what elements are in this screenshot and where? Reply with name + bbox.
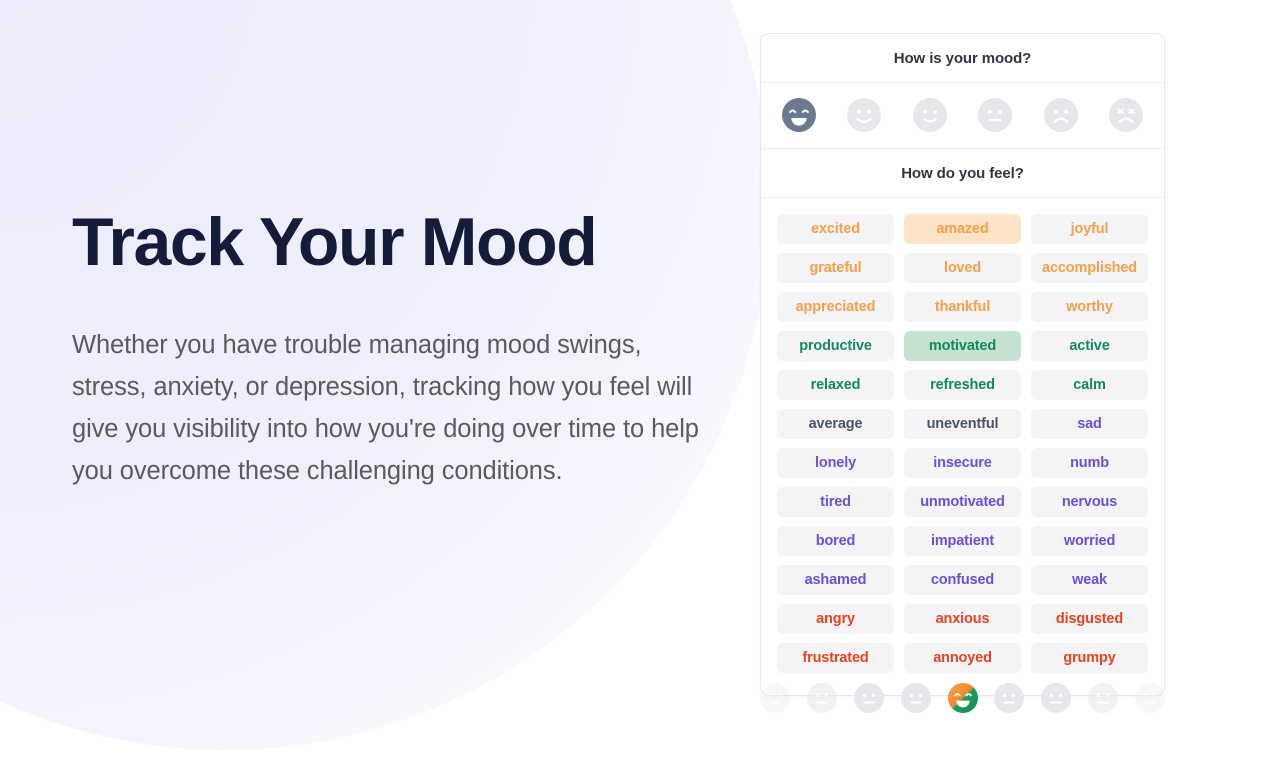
face-neutral-icon[interactable]	[1088, 683, 1119, 713]
feeling-tag[interactable]: numb	[1031, 448, 1148, 478]
feelings-tag-grid: excited amazed joyful grateful loved accompli…	[761, 198, 1164, 695]
face-neutral-icon[interactable]	[806, 683, 837, 713]
face-smiling-icon[interactable]	[847, 98, 882, 132]
feeling-tag[interactable]: insecure	[904, 448, 1021, 478]
feeling-tag[interactable]: nervous	[1031, 487, 1148, 517]
feeling-tag[interactable]: grateful	[777, 253, 894, 283]
feeling-tag[interactable]: tired	[777, 487, 894, 517]
feeling-tag[interactable]: weak	[1031, 565, 1148, 595]
feeling-tag[interactable]: bored	[777, 526, 894, 556]
mood-tracker-card: How is your mood? How do you feel? excit…	[760, 33, 1165, 696]
feeling-tag[interactable]: excited	[777, 214, 894, 244]
feeling-tag[interactable]: loved	[904, 253, 1021, 283]
feeling-tag[interactable]: accomplished	[1031, 253, 1148, 283]
feeling-tag[interactable]: uneventful	[904, 409, 1021, 439]
feeling-tag[interactable]: lonely	[777, 448, 894, 478]
mood-question-heading: How is your mood?	[761, 34, 1164, 83]
feeling-tag[interactable]: worried	[1031, 526, 1148, 556]
feeling-tag[interactable]: ashamed	[777, 565, 894, 595]
feeling-tag[interactable]: grumpy	[1031, 643, 1148, 673]
face-neutral-icon[interactable]	[994, 683, 1025, 713]
feeling-tag[interactable]: relaxed	[777, 370, 894, 400]
feeling-tag[interactable]: worthy	[1031, 292, 1148, 322]
face-distressed-icon[interactable]	[1108, 98, 1143, 132]
face-grinning-icon[interactable]	[947, 683, 978, 713]
face-slight-smile-icon[interactable]	[912, 98, 947, 132]
feeling-tag[interactable]: amazed	[904, 214, 1021, 244]
feeling-tag[interactable]: frustrated	[777, 643, 894, 673]
feeling-tag[interactable]: thankful	[904, 292, 1021, 322]
feeling-tag[interactable]: joyful	[1031, 214, 1148, 244]
feeling-tag[interactable]: confused	[904, 565, 1021, 595]
page-title: Track Your Mood	[72, 204, 598, 280]
feeling-tag[interactable]: disgusted	[1031, 604, 1148, 634]
feeling-tag[interactable]: angry	[777, 604, 894, 634]
feeling-tag[interactable]: active	[1031, 331, 1148, 361]
feeling-tag[interactable]: average	[777, 409, 894, 439]
face-neutral-icon[interactable]	[1041, 683, 1072, 713]
feeling-tag[interactable]: appreciated	[777, 292, 894, 322]
feeling-tag[interactable]: refreshed	[904, 370, 1021, 400]
face-neutral-icon[interactable]	[760, 683, 790, 713]
feeling-tag[interactable]: productive	[777, 331, 894, 361]
feeling-tag[interactable]: motivated	[904, 331, 1021, 361]
face-neutral-icon[interactable]	[853, 683, 884, 713]
feeling-tag[interactable]: impatient	[904, 526, 1021, 556]
mood-face-selector[interactable]	[761, 83, 1164, 149]
feeling-tag[interactable]: annoyed	[904, 643, 1021, 673]
page-description: Whether you have trouble managing mood s…	[72, 330, 699, 485]
feeling-tag[interactable]: anxious	[904, 604, 1021, 634]
face-frowning-icon[interactable]	[1043, 98, 1078, 132]
feelings-question-heading: How do you feel?	[761, 149, 1164, 198]
face-neutral-icon[interactable]	[978, 98, 1013, 132]
hero-section: Track Your Mood Whether you have trouble…	[72, 206, 722, 492]
feeling-tag[interactable]: calm	[1031, 370, 1148, 400]
mood-history-carousel[interactable]	[760, 683, 1165, 713]
feeling-tag[interactable]: sad	[1031, 409, 1148, 439]
face-neutral-icon[interactable]	[1135, 683, 1165, 713]
face-grinning-icon[interactable]	[782, 98, 816, 132]
feeling-tag[interactable]: unmotivated	[904, 487, 1021, 517]
face-neutral-icon[interactable]	[900, 683, 931, 713]
